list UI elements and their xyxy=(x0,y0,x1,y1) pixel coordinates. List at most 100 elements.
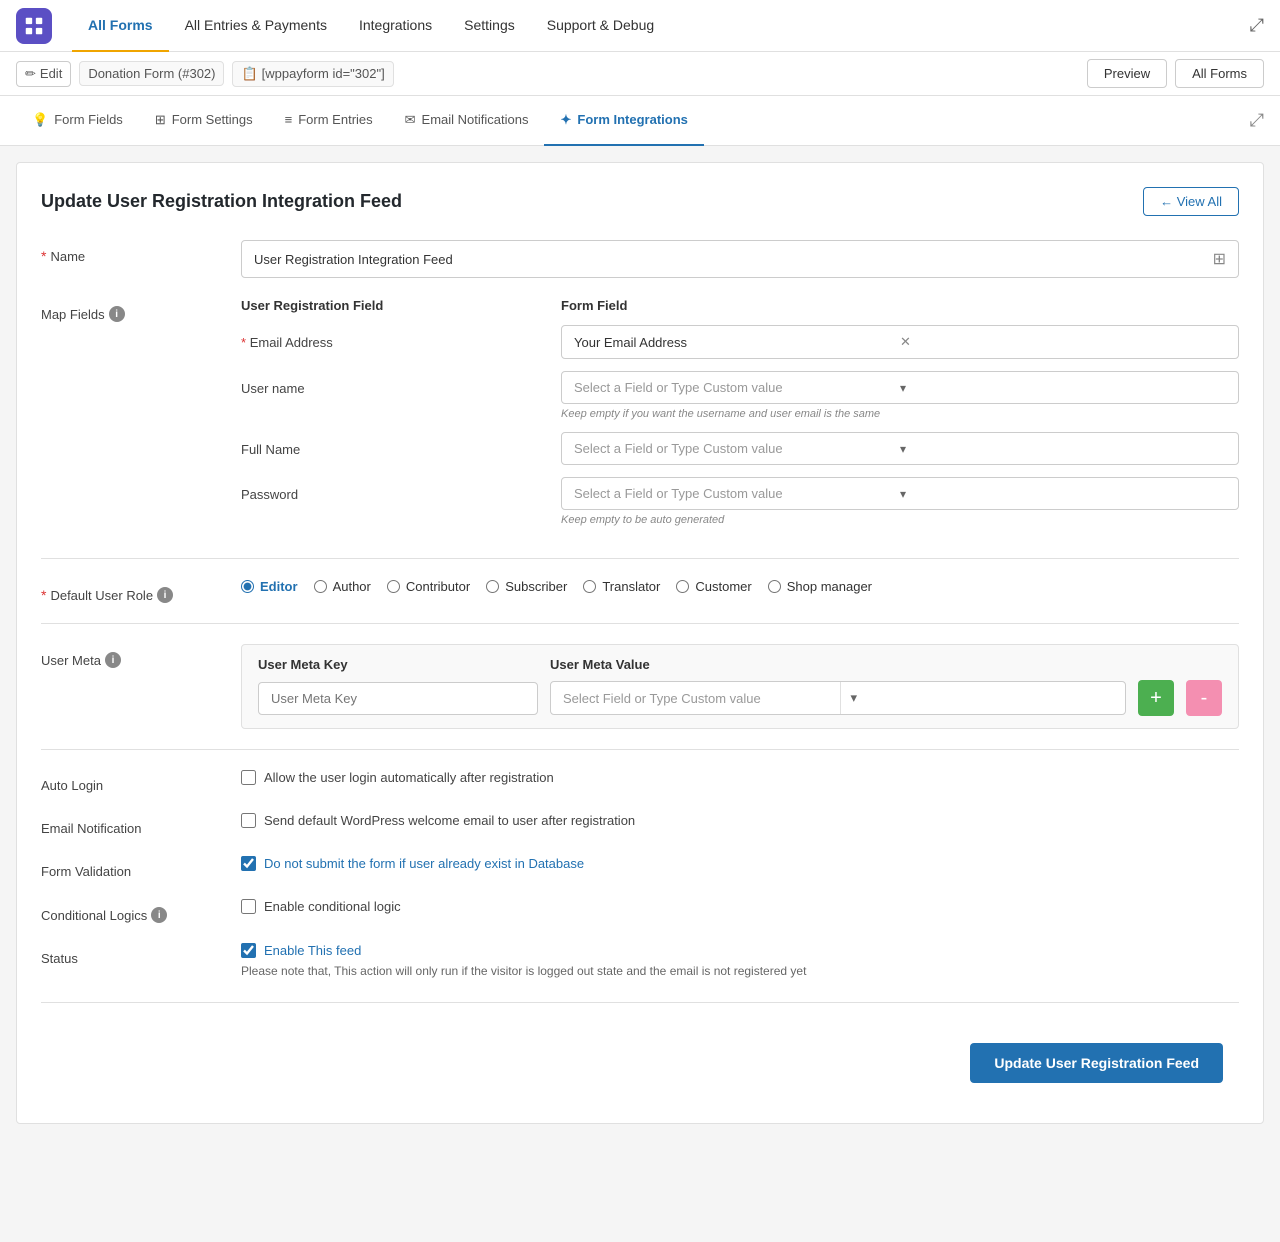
page-title: Update User Registration Integration Fee… xyxy=(41,191,402,212)
tab-form-fields[interactable]: 💡 Form Fields xyxy=(16,96,139,146)
fullname-field-input: Select a Field or Type Custom value ▾ xyxy=(561,432,1239,465)
nav-support-debug[interactable]: Support & Debug xyxy=(531,0,670,52)
app-logo xyxy=(16,8,52,44)
map-fields-row: Map Fields i User Registration Field For… xyxy=(41,298,1239,538)
conditional-logics-checkbox[interactable] xyxy=(241,899,256,914)
form-fields-icon: 💡 xyxy=(32,112,48,128)
form-validation-link[interactable]: Do not submit the form if user already e… xyxy=(264,856,584,871)
role-shop-manager[interactable]: Shop manager xyxy=(768,579,872,594)
conditional-logics-info-icon[interactable]: i xyxy=(151,907,167,923)
section-divider-3 xyxy=(41,749,1239,750)
conditional-logics-row: Conditional Logics i Enable conditional … xyxy=(41,899,1239,923)
email-field-value[interactable]: Your Email Address ✕ xyxy=(561,325,1239,359)
name-input-wrapper: ⊞ xyxy=(241,240,1239,278)
view-all-button[interactable]: ← View All xyxy=(1143,187,1239,216)
meta-remove-button[interactable]: - xyxy=(1186,680,1222,716)
preview-button[interactable]: Preview xyxy=(1087,59,1167,88)
map-fields-content: User Registration Field Form Field * Ema… xyxy=(241,298,1239,538)
auto-login-checkbox-label[interactable]: Allow the user login automatically after… xyxy=(241,770,1239,785)
status-checkbox-label[interactable]: Enable This feed xyxy=(241,943,1239,958)
role-editor[interactable]: Editor xyxy=(241,579,298,594)
email-clear-icon[interactable]: ✕ xyxy=(900,334,1226,350)
form-field-col-header: Form Field xyxy=(561,298,1239,313)
email-notification-row: Email Notification Send default WordPres… xyxy=(41,813,1239,836)
name-label: * Name xyxy=(41,240,241,264)
role-customer[interactable]: Customer xyxy=(676,579,751,594)
user-meta-key-wrapper xyxy=(258,682,538,715)
expand-icon[interactable]: ⤢ xyxy=(1250,15,1264,36)
status-checkbox[interactable] xyxy=(241,943,256,958)
breadcrumb-actions: Preview All Forms xyxy=(1087,59,1264,88)
nav-entries-payments[interactable]: All Entries & Payments xyxy=(169,0,343,52)
role-translator[interactable]: Translator xyxy=(583,579,660,594)
sub-nav-expand-icon[interactable]: ⤢ xyxy=(1250,110,1264,130)
form-validation-label: Form Validation xyxy=(41,856,241,879)
nav-all-forms[interactable]: All Forms xyxy=(72,0,169,52)
fullname-select[interactable]: Select a Field or Type Custom value ▾ xyxy=(561,432,1239,465)
username-hint: Keep empty if you want the username and … xyxy=(561,408,1239,420)
user-meta-header: User Meta Key User Meta Value xyxy=(258,657,1222,672)
user-role-content: Editor Author Contributor Subscriber Tra… xyxy=(241,579,1239,594)
password-select[interactable]: Select a Field or Type Custom value ▾ xyxy=(561,477,1239,510)
user-meta-key-input[interactable] xyxy=(258,682,538,715)
user-meta-value-chevron-icon: ▾ xyxy=(840,682,1126,714)
map-fields-info-icon[interactable]: i xyxy=(109,306,125,322)
all-forms-button[interactable]: All Forms xyxy=(1175,59,1264,88)
page-header: Update User Registration Integration Fee… xyxy=(41,187,1239,216)
form-validation-content: Do not submit the form if user already e… xyxy=(241,856,1239,871)
breadcrumb-bar: ✏ Edit Donation Form (#302) 📋 [wppayform… xyxy=(0,52,1280,96)
password-field-label: Password xyxy=(241,477,561,502)
meta-add-button[interactable]: + xyxy=(1138,680,1174,716)
username-field-label: User name xyxy=(241,371,561,396)
conditional-logics-checkbox-label[interactable]: Enable conditional logic xyxy=(241,899,1239,914)
form-footer: Update User Registration Feed xyxy=(41,1027,1239,1099)
required-indicator: * xyxy=(41,248,46,264)
update-feed-button[interactable]: Update User Registration Feed xyxy=(970,1043,1223,1083)
email-notification-label: Email Notification xyxy=(41,813,241,836)
tab-form-entries[interactable]: ≡ Form Entries xyxy=(269,96,389,146)
user-meta-info-icon[interactable]: i xyxy=(105,652,121,668)
tab-email-notifications[interactable]: ✉ Email Notifications xyxy=(389,96,545,146)
map-fields-header: User Registration Field Form Field xyxy=(241,298,1239,313)
shortcode-breadcrumb: 📋 [wppayform id="302"] xyxy=(232,61,393,87)
nav-integrations[interactable]: Integrations xyxy=(343,0,448,52)
name-input-icon: ⊞ xyxy=(1213,249,1226,269)
top-nav: All Forms All Entries & Payments Integra… xyxy=(0,0,1280,52)
user-role-radio-group: Editor Author Contributor Subscriber Tra… xyxy=(241,579,1239,594)
form-entries-icon: ≡ xyxy=(285,112,293,127)
form-settings-icon: ⊞ xyxy=(155,112,166,128)
top-nav-right: ⤢ xyxy=(1250,15,1264,36)
user-meta-value-wrapper[interactable]: Select Field or Type Custom value ▾ xyxy=(550,681,1126,715)
conditional-logics-content: Enable conditional logic xyxy=(241,899,1239,914)
role-author[interactable]: Author xyxy=(314,579,371,594)
form-validation-row: Form Validation Do not submit the form i… xyxy=(41,856,1239,879)
role-contributor[interactable]: Contributor xyxy=(387,579,470,594)
status-row: Status Enable This feed Please note that… xyxy=(41,943,1239,978)
nav-settings[interactable]: Settings xyxy=(448,0,531,52)
password-field-row: Password Select a Field or Type Custom v… xyxy=(241,477,1239,526)
tab-form-integrations[interactable]: ✦ Form Integrations xyxy=(544,96,703,146)
name-input[interactable] xyxy=(254,252,1213,267)
auto-login-checkbox[interactable] xyxy=(241,770,256,785)
username-select[interactable]: Select a Field or Type Custom value ▾ xyxy=(561,371,1239,404)
role-subscriber[interactable]: Subscriber xyxy=(486,579,567,594)
sub-nav: 💡 Form Fields ⊞ Form Settings ≡ Form Ent… xyxy=(0,96,1280,146)
default-user-role-row: * Default User Role i Editor Author Cont… xyxy=(41,579,1239,603)
default-user-role-label: * Default User Role i xyxy=(41,579,241,603)
name-content: ⊞ xyxy=(241,240,1239,278)
edit-button[interactable]: ✏ Edit xyxy=(16,61,71,87)
form-validation-checkbox[interactable] xyxy=(241,856,256,871)
status-link[interactable]: Enable This feed xyxy=(264,943,361,958)
user-role-info-icon[interactable]: i xyxy=(157,587,173,603)
status-label: Status xyxy=(41,943,241,966)
tab-form-settings[interactable]: ⊞ Form Settings xyxy=(139,96,269,146)
user-meta-table: User Meta Key User Meta Value Select Fie… xyxy=(241,644,1239,729)
form-validation-checkbox-label[interactable]: Do not submit the form if user already e… xyxy=(241,856,1239,871)
footer-divider xyxy=(41,1002,1239,1003)
username-field-input: Select a Field or Type Custom value ▾ Ke… xyxy=(561,371,1239,420)
main-content: Update User Registration Integration Fee… xyxy=(16,162,1264,1124)
email-notification-checkbox[interactable] xyxy=(241,813,256,828)
status-note: Please note that, This action will only … xyxy=(241,964,1239,978)
email-notification-checkbox-label[interactable]: Send default WordPress welcome email to … xyxy=(241,813,1239,828)
user-reg-field-col-header: User Registration Field xyxy=(241,298,561,313)
